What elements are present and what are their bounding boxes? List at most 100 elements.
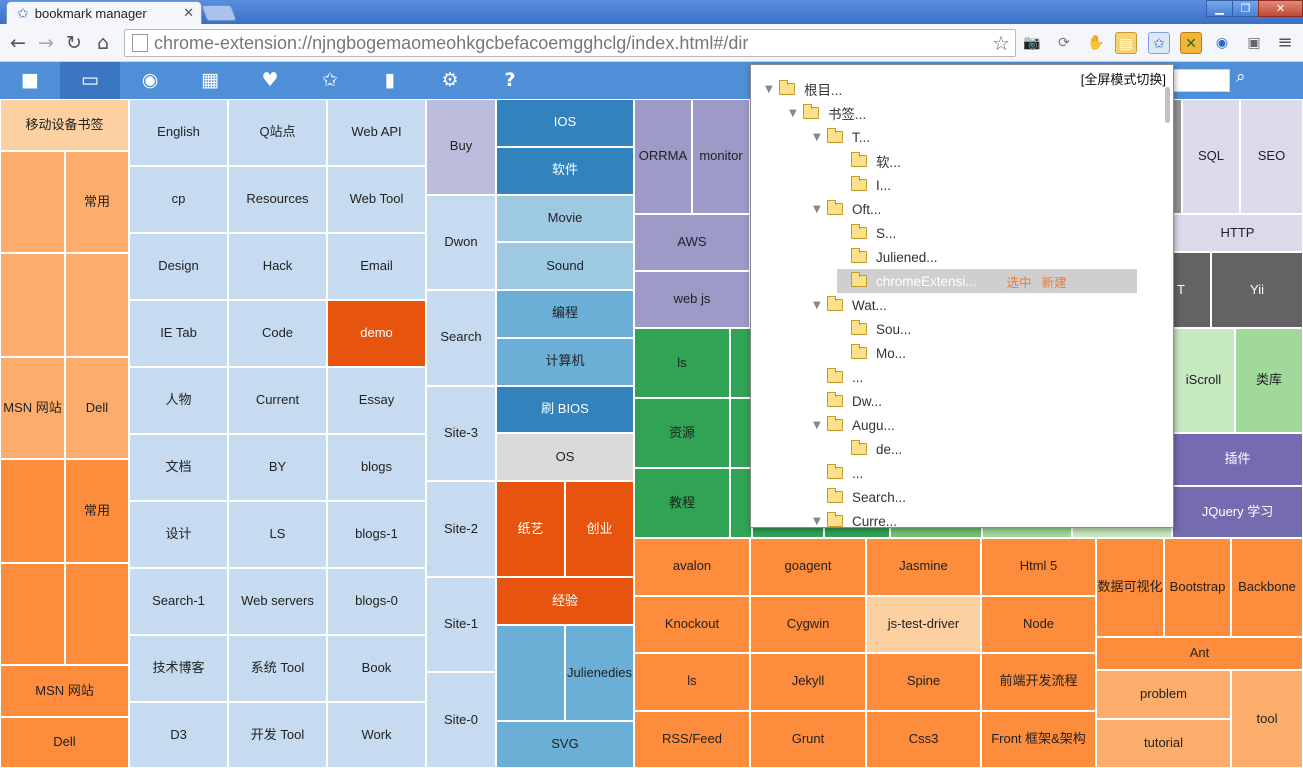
treemap-cell[interactable]: Site-0 <box>426 672 496 768</box>
treemap-cell[interactable]: cp <box>129 166 228 233</box>
tree-node[interactable]: ▼ 根目... <box>765 77 842 101</box>
collapse-arrow-icon[interactable]: ▼ <box>813 204 827 215</box>
heart-icon[interactable]: ♥ <box>240 62 300 99</box>
popup-scrollbar[interactable] <box>1165 87 1170 123</box>
star-icon[interactable]: ✩ <box>300 62 360 99</box>
treemap-cell[interactable]: Bootstrap <box>1164 538 1231 637</box>
treemap-cell[interactable]: Work <box>327 702 426 768</box>
note-extension-icon[interactable]: ▤ <box>1115 32 1137 54</box>
treemap-cell[interactable]: 常用 <box>65 151 129 253</box>
treemap-cell[interactable]: Front 框架&架构 <box>981 710 1096 768</box>
treemap-cell[interactable]: Buy <box>426 99 496 195</box>
maximize-button[interactable]: ❐ <box>1232 0 1259 17</box>
treemap-cell[interactable]: IOS <box>496 99 634 147</box>
treemap-cell[interactable]: Grunt <box>750 710 866 768</box>
fullscreen-toggle[interactable]: [全屏模式切换] <box>1081 69 1166 88</box>
collapse-arrow-icon[interactable]: ▼ <box>789 108 803 119</box>
tree-node[interactable]: chromeExtensi... 选中 新建 <box>837 269 1137 293</box>
tree-node[interactable]: ▼ Curre... <box>813 509 897 527</box>
eye-icon[interactable]: ◉ <box>120 62 180 99</box>
select-action[interactable]: 选中 <box>1007 272 1032 291</box>
menu-icon[interactable]: ≡ <box>1274 32 1296 54</box>
treemap-cell[interactable]: Resources <box>228 166 327 233</box>
tree-node[interactable]: ▼ Wat... <box>813 293 887 317</box>
treemap-cell[interactable]: SQL <box>1182 99 1240 214</box>
bookmark-manager-extension-icon[interactable]: ✩ <box>1148 32 1170 54</box>
treemap-cell[interactable]: BY <box>228 434 327 501</box>
treemap-cell[interactable]: Node <box>981 595 1096 653</box>
treemap-cell[interactable]: 系统 Tool <box>228 635 327 702</box>
treemap-cell[interactable]: 人物 <box>129 367 228 434</box>
treemap-cell[interactable]: Css3 <box>866 710 981 768</box>
new-folder-action[interactable]: 新建 <box>1042 272 1067 291</box>
treemap-cell[interactable]: Backbone <box>1231 538 1303 637</box>
treemap-cell[interactable]: Code <box>228 300 327 367</box>
treemap-cell[interactable]: 资源 <box>634 398 730 468</box>
treemap-cell[interactable]: Hack <box>228 233 327 300</box>
close-window-button[interactable]: ✕ <box>1258 0 1303 17</box>
treemap-cell[interactable]: Cygwin <box>750 595 866 653</box>
treemap-cell[interactable]: 数据可视化 <box>1096 538 1164 637</box>
treemap-cell[interactable]: 计算机 <box>496 337 634 386</box>
tab-close-icon[interactable]: ✕ <box>183 5 194 21</box>
treemap-cell[interactable]: iScroll <box>1172 328 1235 433</box>
treemap-cell[interactable] <box>730 328 752 398</box>
treemap-cell[interactable]: HTTP <box>1172 214 1303 252</box>
treemap-cell[interactable]: Current <box>228 367 327 434</box>
treemap-cell[interactable]: 插件 <box>1172 433 1303 486</box>
treemap-cell[interactable]: Web API <box>327 99 426 166</box>
tree-node[interactable]: Mo... <box>837 341 906 365</box>
tree-node[interactable]: ... <box>813 365 863 389</box>
address-bar[interactable]: chrome-extension://njngbogemaomeohkgcbef… <box>124 29 1016 57</box>
treemap-cell[interactable]: 移动设备书签 <box>0 99 129 151</box>
treemap-cell[interactable]: avalon <box>634 538 750 596</box>
treemap-cell[interactable]: Yii <box>1211 252 1303 328</box>
treemap-cell[interactable]: RSS/Feed <box>634 710 750 768</box>
search-input[interactable] <box>1173 69 1230 92</box>
treemap-cell[interactable]: 文档 <box>129 434 228 501</box>
treemap-cell[interactable]: T <box>1172 252 1211 328</box>
treemap-cell[interactable]: Dwon <box>426 194 496 291</box>
treemap-cell[interactable]: 创业 <box>565 481 634 577</box>
treemap-cell[interactable]: D3 <box>129 702 228 768</box>
treemap-cell[interactable]: blogs-1 <box>327 501 426 568</box>
sync-extension-icon[interactable]: ⟳ <box>1053 32 1075 54</box>
trash-icon[interactable]: ▮ <box>360 62 420 99</box>
reload-icon[interactable]: ↻ <box>62 31 86 55</box>
treemap-cell[interactable] <box>65 253 129 357</box>
treemap-cell[interactable]: tool <box>1231 670 1303 768</box>
collapse-arrow-icon[interactable]: ▼ <box>813 420 827 431</box>
treemap-cell[interactable]: 类库 <box>1235 328 1303 433</box>
treemap-cell[interactable]: ls <box>634 653 750 711</box>
treemap-cell[interactable]: 常用 <box>65 459 129 563</box>
treemap-cell[interactable] <box>0 253 65 357</box>
treemap-cell[interactable]: Site-3 <box>426 385 496 482</box>
treemap-cell[interactable]: 前端开发流程 <box>981 653 1096 711</box>
treemap-cell[interactable]: 刷 BIOS <box>496 385 634 434</box>
treemap-cell[interactable]: JQuery 学习 <box>1172 486 1303 538</box>
treemap-cell[interactable]: web js <box>634 271 750 328</box>
treemap-cell[interactable]: Email <box>327 233 426 300</box>
treemap-cell[interactable]: Sound <box>496 242 634 290</box>
treemap-cell[interactable] <box>0 563 65 665</box>
home-icon[interactable]: ⌂ <box>91 31 115 55</box>
tree-node[interactable]: Juliened... <box>837 245 938 269</box>
treemap-cell[interactable]: ORRMA <box>634 99 692 214</box>
treemap-cell[interactable]: 设计 <box>129 501 228 568</box>
collapse-arrow-icon[interactable]: ▼ <box>813 132 827 143</box>
bookmark-star-icon[interactable]: ☆ <box>992 31 1010 56</box>
treemap-cell[interactable]: Site-2 <box>426 481 496 577</box>
treemap-cell[interactable] <box>65 563 129 665</box>
treemap-cell[interactable] <box>496 625 565 721</box>
open-folder-icon[interactable]: ▭ <box>60 62 120 99</box>
tree-node[interactable]: 软... <box>837 149 901 173</box>
treemap-cell[interactable]: Design <box>129 233 228 300</box>
tree-node[interactable]: Dw... <box>813 389 882 413</box>
treemap-cell[interactable]: Web servers <box>228 568 327 635</box>
treemap-cell[interactable]: goagent <box>750 538 866 596</box>
minimize-button[interactable]: ▁ <box>1206 0 1233 17</box>
puzzle-extension-icon[interactable]: ▣ <box>1243 32 1265 54</box>
gear-icon[interactable]: ⚙ <box>420 62 480 99</box>
treemap-cell[interactable]: Jasmine <box>866 538 981 596</box>
treemap-cell[interactable]: IE Tab <box>129 300 228 367</box>
